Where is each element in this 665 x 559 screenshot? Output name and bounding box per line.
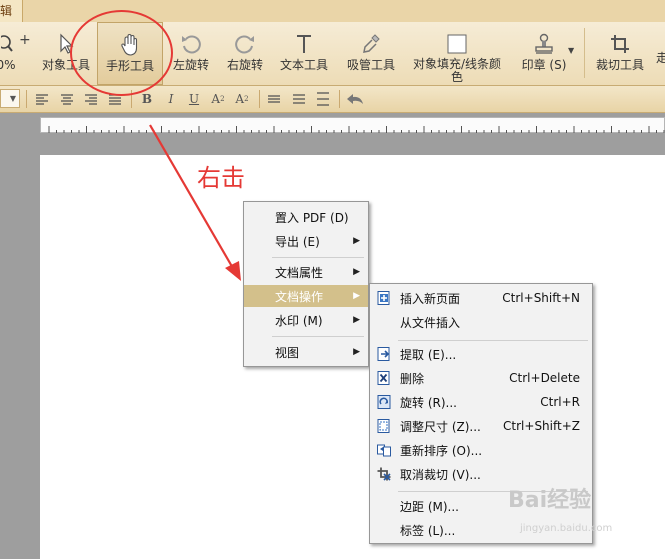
submenu-item-label: 边距 (M)... — [400, 499, 459, 514]
submenu-arrow-icon: ▶ — [353, 267, 360, 277]
menu-item-label: 导出 (E) — [275, 234, 320, 249]
menu-item-label: 文档操作 — [275, 289, 324, 304]
submenu-item-label: 删除 — [400, 371, 425, 386]
reorder-pages-icon — [377, 444, 391, 457]
menu-item-label: 水印 (M) — [275, 313, 323, 328]
baidu-watermark-url: jingyan.baidu.com — [520, 523, 613, 534]
menu-separator — [272, 336, 364, 337]
menu-item-view[interactable]: 视图 ▶ — [244, 341, 368, 363]
submenu-item-rotate[interactable]: 旋转 (R)... Ctrl+R — [370, 391, 592, 413]
insert-page-icon — [377, 291, 390, 305]
menu-item-label: 置入 PDF (D) — [275, 210, 349, 225]
submenu-item-resize[interactable]: 调整尺寸 (Z)... Ctrl+Shift+Z — [370, 415, 592, 437]
submenu-item-insert-new-page[interactable]: 插入新页面 Ctrl+Shift+N — [370, 287, 592, 309]
menu-item-document-operations[interactable]: 文档操作 ▶ — [244, 285, 368, 307]
baidu-watermark: Bai经验 — [508, 488, 592, 513]
submenu-arrow-icon: ▶ — [353, 291, 360, 301]
menu-item-export[interactable]: 导出 (E) ▶ — [244, 230, 368, 252]
submenu-item-delete[interactable]: 删除 Ctrl+Delete — [370, 367, 592, 389]
delete-page-icon — [377, 371, 390, 385]
context-menu: 置入 PDF (D) 导出 (E) ▶ 文档属性 ▶ 文档操作 ▶ 水印 (M) ▶ 视… — [243, 201, 369, 367]
submenu-arrow-icon: ▶ — [353, 315, 360, 325]
submenu-item-extract[interactable]: 提取 (E)... — [370, 343, 592, 365]
shortcut-label: Ctrl+Delete — [509, 371, 580, 385]
right-click-annotation: 右击 — [197, 164, 245, 192]
submenu-item-label: 从文件插入 — [400, 315, 461, 330]
resize-page-icon — [377, 419, 390, 433]
submenu-item-label: 旋转 (R)... — [400, 395, 457, 410]
submenu-item-reorder[interactable]: 重新排序 (O)... — [370, 439, 592, 461]
shortcut-label: Ctrl+Shift+N — [502, 291, 580, 305]
submenu-item-label: 提取 (E)... — [400, 347, 457, 362]
shortcut-label: Ctrl+Shift+Z — [503, 419, 580, 433]
submenu-item-label: 重新排序 (O)... — [400, 443, 483, 458]
uncrop-icon — [377, 467, 391, 481]
menu-item-insert-pdf[interactable]: 置入 PDF (D) — [244, 206, 368, 228]
menu-separator — [272, 257, 364, 258]
rotate-page-icon — [377, 395, 391, 409]
submenu-item-label: 插入新页面 — [400, 291, 461, 306]
extract-page-icon — [377, 347, 390, 361]
submenu-arrow-icon: ▶ — [353, 347, 360, 357]
submenu-arrow-icon: ▶ — [353, 236, 360, 246]
submenu-item-label: 取消裁切 (V)... — [400, 467, 481, 482]
submenu-item-label: 调整尺寸 (Z)... — [400, 419, 481, 434]
submenu-item-insert-from-file[interactable]: 从文件插入 — [370, 311, 592, 333]
submenu-item-label: 标签 (L)... — [400, 523, 456, 538]
shortcut-label: Ctrl+R — [540, 395, 580, 409]
menu-separator — [398, 340, 588, 341]
menu-item-watermark[interactable]: 水印 (M) ▶ — [244, 309, 368, 331]
menu-item-document-properties[interactable]: 文档属性 ▶ — [244, 261, 368, 283]
menu-item-label: 视图 — [275, 345, 300, 360]
menu-item-label: 文档属性 — [275, 265, 324, 280]
